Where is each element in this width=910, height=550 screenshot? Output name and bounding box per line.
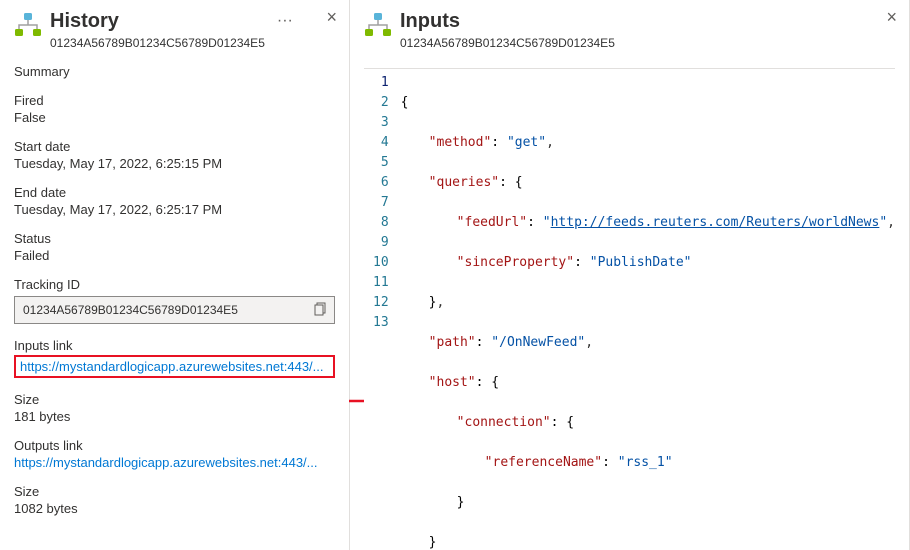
tracking-id-field: 01234A56789B01234C56789D01234E5 <box>14 296 335 324</box>
inputs-link[interactable]: https://mystandardlogicapp.azurewebsites… <box>20 359 329 374</box>
inputs-title: Inputs <box>400 8 615 34</box>
history-id: 01234A56789B01234C56789D01234E5 <box>50 36 265 50</box>
code-method: get <box>515 135 538 150</box>
code-path: /OnNewFeed <box>499 335 577 350</box>
inputs-size-value: 181 bytes <box>14 409 335 424</box>
logic-app-icon <box>364 12 392 40</box>
more-icon[interactable]: ··· <box>273 12 297 30</box>
history-title: History <box>50 8 265 34</box>
line-gutter: 12345678910111213 <box>364 69 401 550</box>
inputs-id: 01234A56789B01234C56789D01234E5 <box>400 36 615 50</box>
summary-label: Summary <box>14 64 335 79</box>
json-editor[interactable]: 12345678910111213 { "method": "get", "qu… <box>364 68 895 550</box>
status-value: Failed <box>14 248 335 263</box>
outputs-size-value: 1082 bytes <box>14 501 335 516</box>
tracking-id-label: Tracking ID <box>14 277 335 292</box>
history-title-row: History 01234A56789B01234C56789D01234E5 … <box>14 8 335 50</box>
start-date-label: Start date <box>14 139 335 154</box>
end-date-label: End date <box>14 185 335 200</box>
status-label: Status <box>14 231 335 246</box>
logic-app-icon <box>14 12 42 40</box>
inputs-size-label: Size <box>14 392 335 407</box>
outputs-size-label: Size <box>14 484 335 499</box>
code-reference-name: rss_1 <box>626 455 665 470</box>
history-panel: × History 01234A56789B01234C56789D01234E… <box>0 0 350 550</box>
start-date-value: Tuesday, May 17, 2022, 6:25:15 PM <box>14 156 335 171</box>
fired-label: Fired <box>14 93 335 108</box>
copy-icon[interactable] <box>314 302 328 319</box>
fired-value: False <box>14 110 335 125</box>
close-icon[interactable]: × <box>326 8 337 26</box>
code-feed-url[interactable]: http://feeds.reuters.com/Reuters/worldNe… <box>551 215 880 230</box>
outputs-link[interactable]: https://mystandardlogicapp.azurewebsites… <box>14 455 335 470</box>
inputs-link-highlight: https://mystandardlogicapp.azurewebsites… <box>14 355 335 378</box>
code-since-property: PublishDate <box>598 255 684 270</box>
code-area[interactable]: { "method": "get", "queries": { "feedUrl… <box>401 69 895 550</box>
inputs-link-label: Inputs link <box>14 338 335 353</box>
inputs-panel: × Inputs 01234A56789B01234C56789D01234E5… <box>350 0 910 550</box>
close-icon[interactable]: × <box>886 8 897 26</box>
tracking-id-value: 01234A56789B01234C56789D01234E5 <box>23 303 238 317</box>
inputs-title-row: Inputs 01234A56789B01234C56789D01234E5 <box>364 8 895 50</box>
end-date-value: Tuesday, May 17, 2022, 6:25:17 PM <box>14 202 335 217</box>
outputs-link-label: Outputs link <box>14 438 335 453</box>
